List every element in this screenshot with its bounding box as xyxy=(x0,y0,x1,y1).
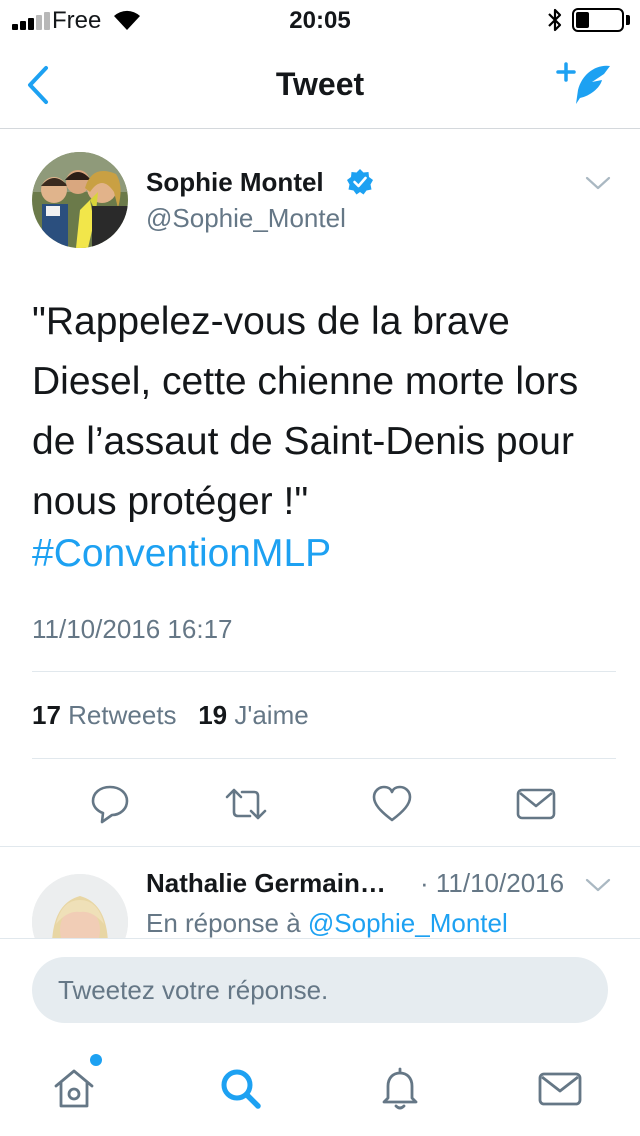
page-title: Tweet xyxy=(275,66,365,102)
status-bar: Free 20:05 xyxy=(0,0,640,40)
reply-date: · 11/10/2016 xyxy=(420,868,565,898)
author-handle[interactable]: @Sophie_Montel xyxy=(146,203,346,234)
tweet-actions xyxy=(0,782,640,826)
in-reply-to: En réponse à @Sophie_Montel xyxy=(146,908,508,938)
notification-dot xyxy=(90,1054,102,1066)
tweet-timestamp: 11/10/2016 16:17 xyxy=(32,614,233,644)
direct-message-icon[interactable] xyxy=(514,782,558,826)
reply-tweet[interactable]: Nathalie Germain… · 11/10/2016 En répons… xyxy=(0,848,640,938)
home-icon[interactable] xyxy=(50,1064,98,1112)
verified-badge-icon xyxy=(347,169,373,195)
bluetooth-icon xyxy=(548,8,562,32)
mention-link[interactable]: @Sophie_Montel xyxy=(308,908,508,938)
reply-composer xyxy=(0,938,640,1042)
retweets-stat[interactable]: 17 Retweets xyxy=(32,700,177,730)
battery-icon xyxy=(572,8,624,32)
likes-label: J'aime xyxy=(234,700,309,730)
reply-icon[interactable] xyxy=(88,782,132,826)
tweet-text: "Rappelez-vous de la brave Diesel, cette… xyxy=(32,300,579,523)
like-icon[interactable] xyxy=(370,782,414,826)
reply-input[interactable] xyxy=(32,957,608,1023)
hashtag-link[interactable]: #ConventionMLP xyxy=(32,532,331,576)
status-clock: 20:05 xyxy=(289,7,351,34)
divider xyxy=(32,758,616,759)
reply-author-avatar[interactable] xyxy=(32,874,128,938)
author-name[interactable]: Sophie Montel xyxy=(146,167,324,198)
navigation-bar: Tweet xyxy=(0,40,640,129)
author-avatar[interactable] xyxy=(32,152,128,248)
retweets-label: Retweets xyxy=(68,700,177,730)
tweet-stats: 17 Retweets 19 J'aime xyxy=(32,700,309,731)
battery-tip xyxy=(626,15,630,25)
chevron-down-icon[interactable] xyxy=(584,174,612,192)
tab-bar xyxy=(0,1042,640,1136)
notifications-icon[interactable] xyxy=(376,1064,424,1112)
in-reply-to-prefix: En réponse à xyxy=(146,908,301,938)
search-icon[interactable] xyxy=(216,1064,264,1112)
likes-count: 19 xyxy=(198,700,228,730)
divider xyxy=(0,846,640,847)
compose-tweet-icon[interactable] xyxy=(552,60,614,110)
reply-author-name[interactable]: Nathalie Germain… xyxy=(146,868,386,899)
battery-level xyxy=(576,12,589,28)
messages-icon[interactable] xyxy=(536,1064,584,1112)
retweet-icon[interactable] xyxy=(224,782,268,826)
chevron-down-icon[interactable] xyxy=(584,876,612,894)
divider xyxy=(32,671,616,672)
likes-stat[interactable]: 19 J'aime xyxy=(198,700,308,730)
retweets-count: 17 xyxy=(32,700,61,730)
